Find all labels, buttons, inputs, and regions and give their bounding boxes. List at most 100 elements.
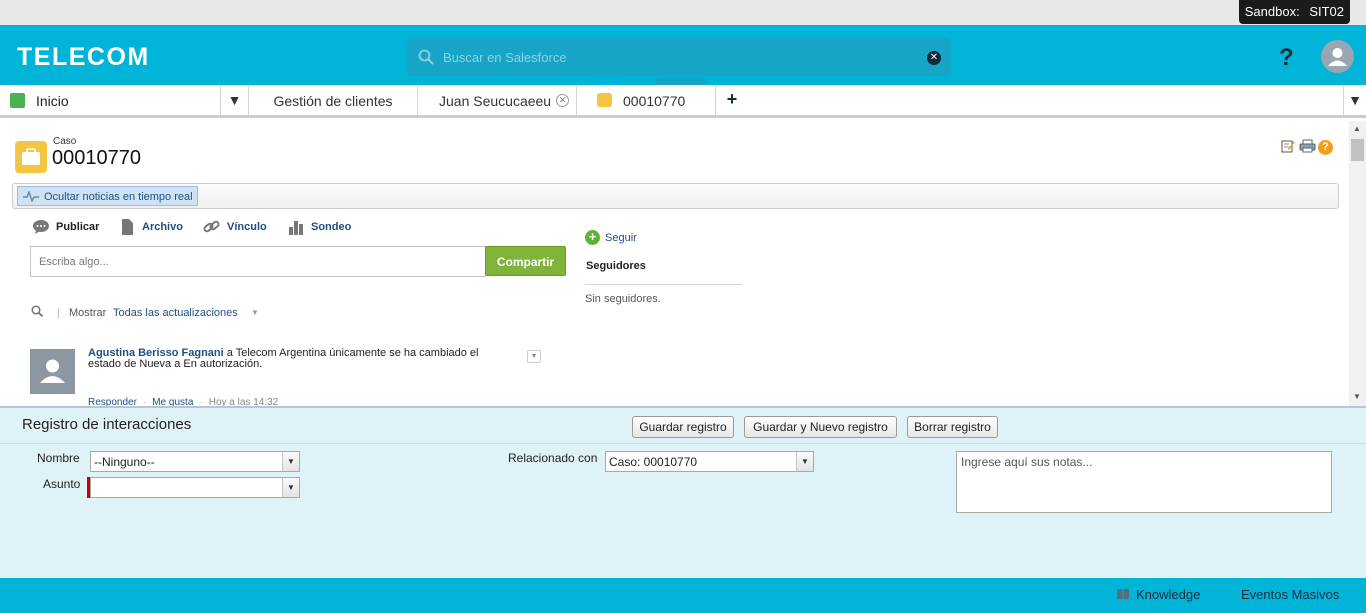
no-followers-text: Sin seguidores. [585, 293, 661, 305]
chevron-down-icon[interactable]: ▼ [251, 308, 259, 317]
top-strip: Sandbox: SIT02 [0, 0, 1366, 25]
subject-label: Asunto [43, 477, 81, 491]
add-tab-button[interactable]: + [716, 85, 748, 115]
feed-item-text: Agustina Berisso Fagnani a Telecom Argen… [88, 348, 508, 370]
reply-link[interactable]: Responder [88, 397, 137, 406]
divider [585, 284, 742, 285]
tab-case-00010770[interactable]: 00010770 [577, 85, 716, 115]
help-for-page-icon[interactable]: ? [1318, 140, 1333, 155]
scroll-down-arrow[interactable]: ▼ [1353, 392, 1361, 401]
name-select-value: --Ninguno-- [94, 455, 155, 469]
related-to-value: Caso: 00010770 [609, 455, 698, 469]
case-icon [15, 141, 47, 173]
case-detail-panel: Caso 00010770 ? Ocultar noticias en tiem… [0, 121, 1349, 406]
publisher-tab-sondeo[interactable]: Sondeo [287, 221, 352, 235]
filter-separator: | [57, 307, 60, 319]
poll-icon [289, 221, 303, 235]
interaction-log-panel: Registro de interacciones Guardar regist… [0, 406, 1366, 578]
publisher-tab-label: Publicar [56, 221, 100, 233]
case-number: 00010770 [52, 147, 141, 169]
like-link[interactable]: Me gusta [152, 397, 193, 406]
global-search[interactable]: ✕ [407, 38, 951, 76]
save-log-button[interactable]: Guardar registro [632, 416, 734, 438]
home-icon [10, 93, 25, 108]
chevron-down-icon: ▼ [1348, 92, 1362, 108]
clear-log-button[interactable]: Borrar registro [907, 416, 998, 438]
knowledge-button[interactable]: Knowledge [1136, 587, 1200, 602]
tab-inicio-label: Inicio [36, 93, 69, 109]
follow-link[interactable]: Seguir [605, 232, 637, 244]
chevron-down-icon: ▼ [282, 478, 299, 497]
sandbox-badge: Sandbox: SIT02 [1238, 0, 1350, 24]
navigation-dropdown[interactable]: ▼ [221, 85, 249, 115]
close-tab-icon[interactable]: ✕ [556, 94, 569, 107]
share-button[interactable]: Compartir [485, 246, 566, 276]
publisher-tab-archivo[interactable]: Archivo [118, 219, 183, 235]
publisher-tab-vinculo[interactable]: Vínculo [203, 220, 267, 233]
publisher-tab-publicar[interactable]: Publicar [32, 220, 100, 234]
global-header: TELECOM ✕ ? [0, 25, 1366, 85]
pulse-icon [23, 191, 39, 202]
mass-events-button[interactable]: Eventos Masivos [1241, 587, 1339, 602]
hide-realtime-news-label: Ocultar noticias en tiempo real [44, 191, 193, 203]
search-icon[interactable] [31, 305, 43, 317]
edit-layout-icon[interactable] [1281, 139, 1295, 153]
chevron-down-icon: ▼ [282, 452, 299, 471]
search-input[interactable] [443, 47, 913, 67]
feed-item-menu[interactable]: ▼ [527, 350, 541, 363]
notes-textarea[interactable] [956, 451, 1332, 513]
console-tab-bar: Inicio ▼ Gestión de clientes Juan Seucuc… [0, 85, 1366, 118]
publisher-tab-label: Sondeo [311, 221, 352, 233]
related-to-label: Relacionado con [508, 451, 598, 465]
record-type-label: Caso [53, 136, 77, 147]
user-icon [40, 359, 65, 383]
feed-item-actions: Responder · Me gusta · Hoy a las 14:32 [88, 397, 278, 406]
interaction-log-header: Registro de interacciones Guardar regist… [0, 408, 1366, 444]
feed-filter-label: Mostrar [69, 307, 107, 319]
save-and-new-log-button[interactable]: Guardar y Nuevo registro [744, 416, 897, 438]
separator-dot: · [199, 397, 203, 406]
chevron-down-icon: ▼ [796, 452, 813, 471]
hide-realtime-news-button[interactable]: Ocultar noticias en tiempo real [17, 186, 198, 206]
sandbox-name: SIT02 [1309, 4, 1344, 19]
header-pull-tab[interactable] [656, 77, 706, 85]
help-icon[interactable]: ? [1279, 44, 1294, 72]
scrollbar-thumb[interactable] [1351, 139, 1364, 161]
subject-select[interactable]: ▼ [90, 477, 300, 498]
tab-overflow-menu[interactable]: ▼ [1343, 85, 1366, 115]
separator-dot: · [142, 397, 147, 406]
tab-juan-label: Juan Seucucaeeu [439, 93, 552, 109]
content-scrollbar[interactable] [1349, 121, 1366, 406]
followers-title: Seguidores [586, 260, 646, 272]
clear-search-icon[interactable]: ✕ [927, 51, 941, 65]
file-icon [122, 219, 133, 235]
telecom-logo[interactable]: TELECOM [17, 43, 150, 72]
chat-bubble-icon [33, 220, 49, 234]
tab-gestion-clientes[interactable]: Gestión de clientes [249, 85, 418, 115]
post-input[interactable] [30, 246, 486, 277]
print-icon[interactable] [1299, 139, 1316, 153]
feed-filter-select[interactable]: Todas las actualizaciones [113, 307, 238, 319]
search-icon [418, 49, 434, 65]
book-icon [1117, 589, 1129, 599]
feed-item-time: Hoy a las 14:32 [208, 397, 279, 406]
plus-circle-icon[interactable]: + [585, 230, 600, 245]
scroll-up-arrow[interactable]: ▲ [1353, 124, 1361, 133]
link-icon [203, 220, 220, 233]
feed-author-avatar[interactable] [30, 349, 75, 394]
name-label: Nombre [37, 451, 80, 465]
news-feed-bar: Ocultar noticias en tiempo real [12, 183, 1339, 209]
publisher-tab-label: Archivo [142, 221, 183, 233]
tab-juan[interactable]: Juan Seucucaeeu ✕ [418, 85, 577, 115]
briefcase-icon [22, 148, 40, 165]
user-icon [1328, 48, 1347, 66]
tab-inicio[interactable]: Inicio [0, 85, 221, 115]
related-to-select[interactable]: Caso: 00010770 ▼ [605, 451, 814, 472]
console-footer: Knowledge Eventos Masivos [0, 578, 1366, 613]
publisher-tab-label: Vínculo [227, 221, 267, 233]
tab-case-label: 00010770 [623, 93, 686, 109]
interaction-log-title: Registro de interacciones [22, 416, 192, 433]
sandbox-label: Sandbox: [1244, 4, 1300, 19]
name-select[interactable]: --Ninguno-- ▼ [90, 451, 300, 472]
user-avatar[interactable] [1321, 40, 1354, 73]
